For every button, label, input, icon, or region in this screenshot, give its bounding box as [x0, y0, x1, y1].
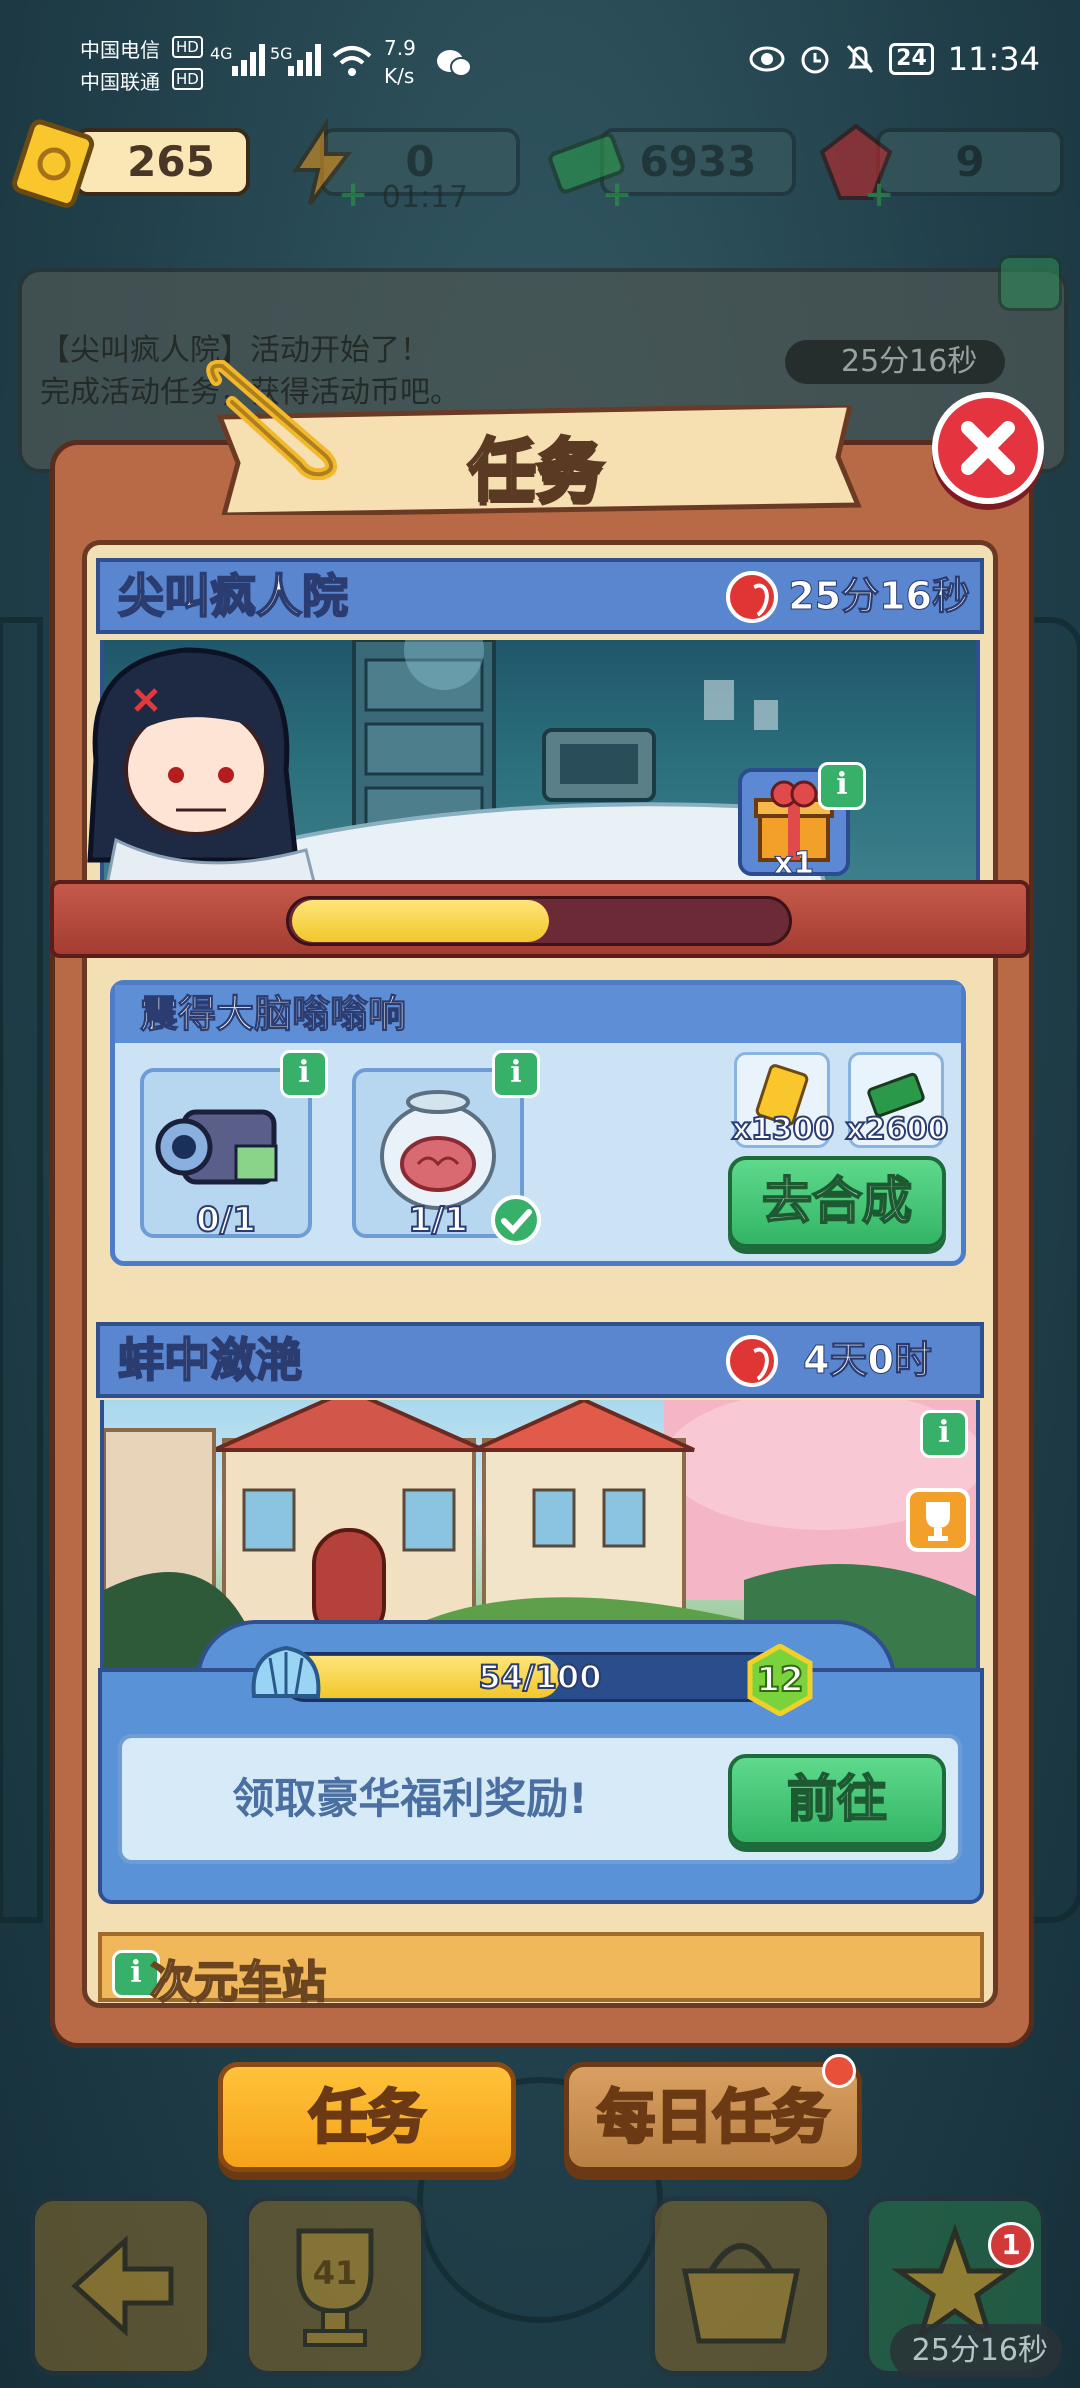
carrier-2: 中国联通 — [80, 70, 160, 94]
ticket-icon — [12, 119, 95, 208]
claim-reward-text: 领取豪华福利奖励! — [232, 1774, 588, 1823]
svg-text:+: + — [338, 174, 368, 210]
reward-tickets-amount: x1300 — [731, 1111, 836, 1148]
net-speed-value: 7.9 — [384, 36, 416, 60]
pass-progress-text: 54/100 — [477, 1657, 602, 1697]
character-girl — [87, 647, 318, 890]
nav-shop-button[interactable] — [650, 2196, 832, 2376]
pass-level: 12 — [755, 1659, 804, 1701]
basket-icon — [681, 2243, 801, 2344]
shell-icon — [251, 1645, 321, 1698]
close-button[interactable] — [932, 392, 1044, 504]
cash-stack-icon: + — [548, 132, 632, 210]
clock-icon — [726, 571, 778, 623]
pass-trophy-button[interactable] — [906, 1488, 970, 1552]
event-nav-timer: 25分16秒 — [890, 2324, 1062, 2378]
reward-cash-amount: x2600 — [845, 1111, 950, 1148]
tickets-counter[interactable]: 265 — [74, 128, 250, 196]
paperclip-icon — [206, 360, 338, 480]
hd-badge-2: HD — [172, 68, 203, 90]
tab-daily-tasks[interactable]: 每日任务 — [564, 2062, 862, 2172]
trophy-level: 41 — [312, 2254, 358, 2292]
pass-card-timer: 4天0时 — [803, 1338, 933, 1383]
pass-info-icon[interactable]: i — [920, 1410, 968, 1458]
clock-time: 11:34 — [947, 40, 1040, 78]
camcorder-info-icon[interactable]: i — [280, 1050, 328, 1098]
svg-text:+: + — [602, 174, 632, 210]
pass-card-title: 蚌中潋滟 — [117, 1332, 303, 1388]
tab-tasks[interactable]: 任务 — [218, 2062, 516, 2172]
signal-icon-2 — [288, 44, 321, 76]
event-progress-fill — [292, 900, 549, 942]
battery-indicator: 24 — [889, 43, 934, 75]
gems-counter[interactable]: 9 — [876, 128, 1064, 196]
svg-text:+: + — [864, 174, 894, 210]
signal-icon — [232, 44, 265, 76]
tickets-value: 265 — [127, 137, 215, 186]
go-button[interactable]: 前往 — [728, 1754, 946, 1846]
net-speed-unit: K/s — [384, 64, 415, 88]
wifi-icon — [332, 46, 372, 76]
lightning-icon: + — [292, 118, 368, 210]
wechat-icon — [437, 50, 472, 77]
clock-icon-2 — [726, 1335, 778, 1387]
trophy-icon — [926, 1502, 950, 1541]
hd-badge-1: HD — [172, 36, 203, 58]
notice-info-icon — [998, 255, 1062, 311]
check-icon — [491, 1195, 541, 1245]
status-right: 24 11:34 — [749, 40, 1040, 78]
next-card-title: 次元车站 — [149, 1956, 327, 2009]
network-4g: 4G — [210, 44, 233, 63]
event-badge: 1 — [988, 2222, 1034, 2268]
gift-count: x1 — [773, 846, 815, 882]
notification-dot — [822, 2054, 856, 2088]
alarm-icon — [801, 46, 829, 74]
mute-icon — [847, 44, 874, 74]
gift-info-icon[interactable]: i — [818, 762, 866, 810]
synthesize-button[interactable]: 去合成 — [728, 1156, 946, 1248]
arrow-left-icon — [71, 2235, 174, 2337]
nav-back-button[interactable] — [30, 2196, 212, 2376]
pass-card-header: 蚌中潋滟 4天0时 — [96, 1322, 984, 1398]
notice-timer: 25分16秒 — [785, 340, 1005, 384]
close-icon — [961, 421, 1015, 475]
carrier-1: 中国电信 — [80, 38, 160, 62]
subtask-title: 震得大脑嗡嗡响 — [139, 992, 407, 1037]
brain-jar-info-icon[interactable]: i — [492, 1050, 540, 1098]
gems-value: 9 — [955, 137, 985, 186]
status-bar: 中国电信 中国联通 HD HD 4G 5G 7.9 K/s 24 11:34 — [0, 0, 1080, 125]
event-card-timer: 25分16秒 — [788, 574, 971, 619]
eye-icon — [749, 46, 785, 72]
gem-icon: + — [819, 123, 894, 210]
camcorder-count: 0/1 — [195, 1199, 257, 1241]
